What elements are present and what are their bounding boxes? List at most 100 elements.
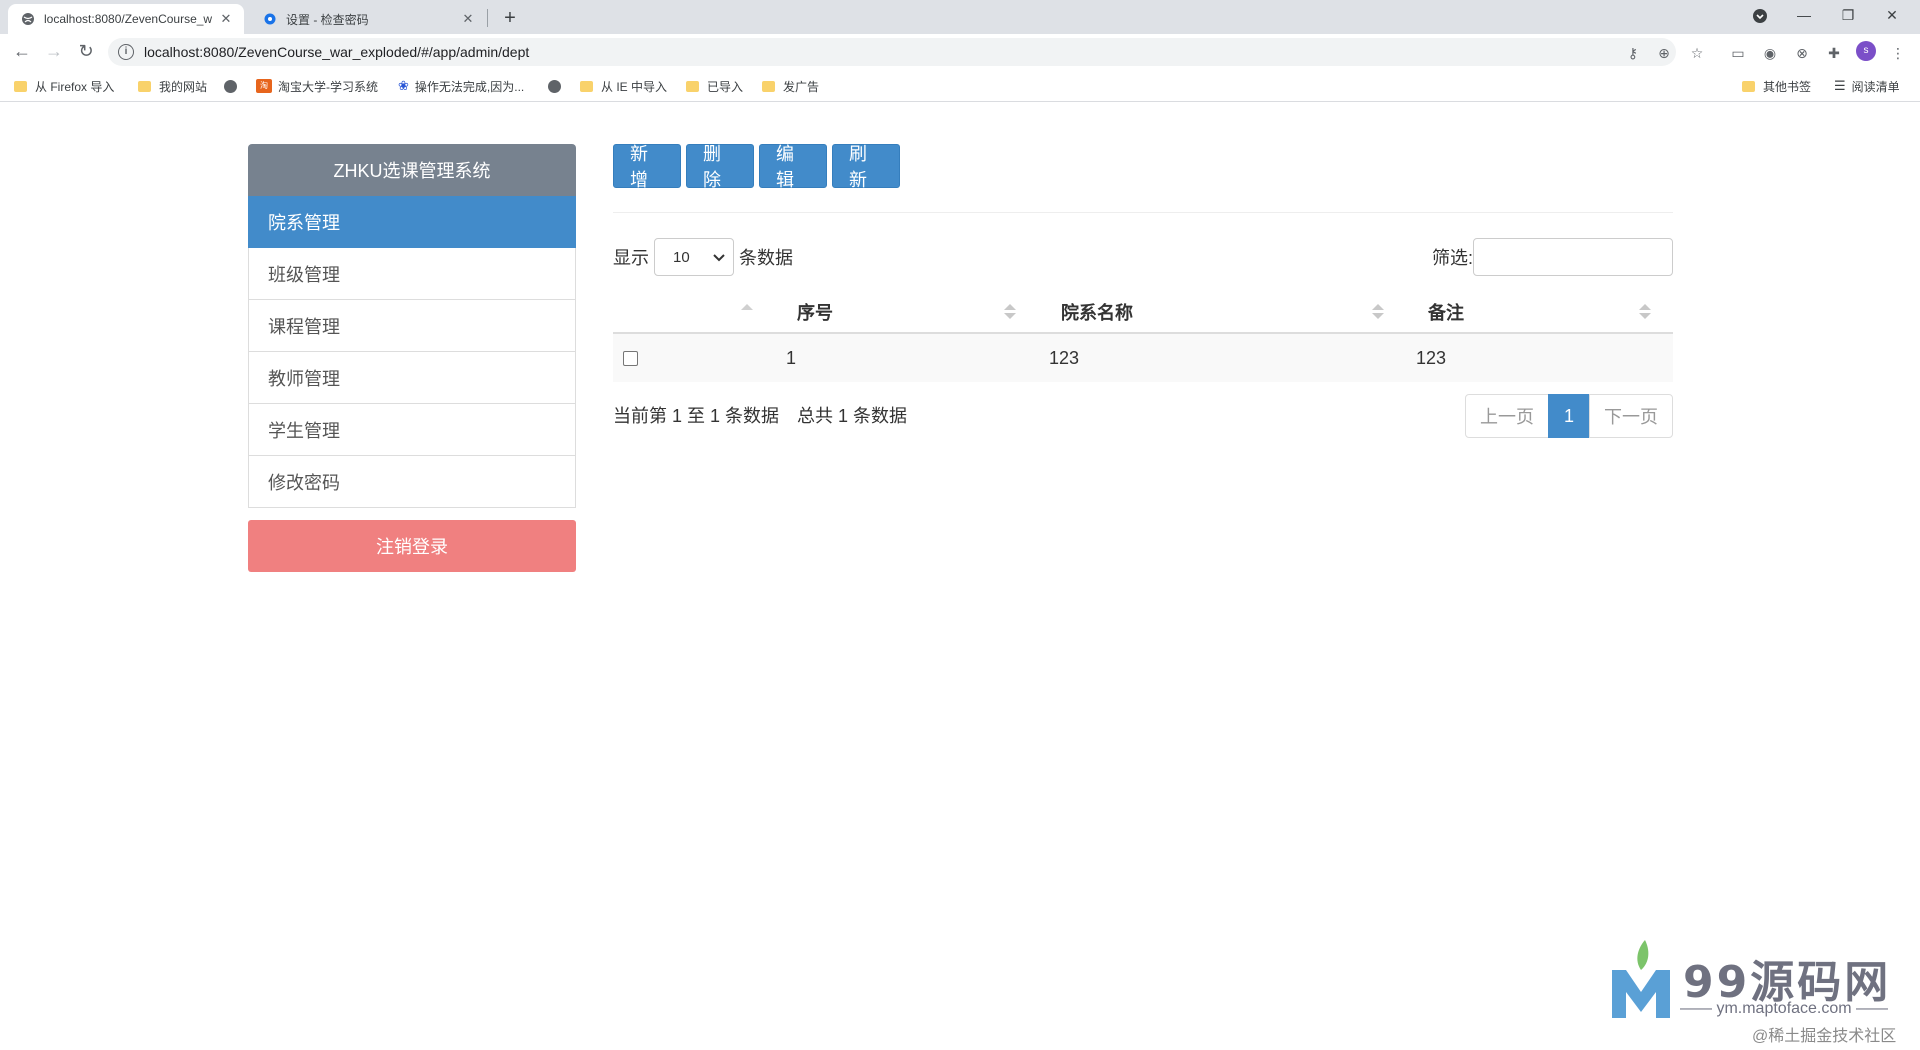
delete-button[interactable]: 删除 bbox=[686, 144, 754, 190]
filter-control: 筛选: bbox=[1432, 238, 1673, 276]
minimize-button[interactable]: — bbox=[1782, 0, 1826, 34]
next-page-button[interactable]: 下一页 bbox=[1589, 394, 1673, 438]
sidebar-item-class[interactable]: 班级管理 bbox=[248, 248, 576, 300]
bookmark-item[interactable]: ❀ 操作无法完成,因为... bbox=[398, 77, 524, 95]
row-checkbox-cell bbox=[623, 334, 638, 382]
divider bbox=[613, 212, 1673, 213]
extension-screen-icon[interactable]: ▭ bbox=[1728, 43, 1748, 63]
cell-name: 123 bbox=[1049, 347, 1080, 368]
info-icon[interactable]: i bbox=[118, 44, 134, 60]
tab-search-icon[interactable] bbox=[1738, 0, 1782, 34]
globe-icon bbox=[20, 11, 36, 27]
folder-icon bbox=[14, 80, 27, 92]
menu-dots-icon[interactable]: ⋮ bbox=[1888, 43, 1908, 63]
close-icon[interactable]: ✕ bbox=[460, 11, 476, 27]
new-tab-button[interactable]: + bbox=[497, 6, 523, 32]
page-button-current[interactable]: 1 bbox=[1548, 394, 1590, 438]
camera-icon[interactable]: ◉ bbox=[1760, 43, 1780, 63]
browser-tab-title: localhost:8080/ZevenCourse_w bbox=[44, 12, 213, 26]
bookmark-other[interactable]: 其他书签 bbox=[1742, 77, 1811, 95]
sort-icon[interactable] bbox=[1372, 302, 1384, 322]
filter-input[interactable] bbox=[1473, 238, 1673, 276]
row-checkbox[interactable] bbox=[623, 350, 638, 366]
site-favicon-icon: 淘 bbox=[256, 79, 272, 93]
folder-icon bbox=[580, 80, 593, 92]
zoom-icon[interactable]: ⊕ bbox=[1655, 44, 1673, 62]
address-bar[interactable]: i localhost:8080/ZevenCourse_war_explode… bbox=[108, 38, 1676, 66]
bookmark-item[interactable] bbox=[548, 77, 569, 95]
close-window-button[interactable]: ✕ bbox=[1870, 0, 1914, 34]
restore-button[interactable]: ❐ bbox=[1826, 0, 1870, 34]
address-url[interactable]: localhost:8080/ZevenCourse_war_exploded/… bbox=[144, 44, 529, 60]
folder-icon bbox=[138, 80, 151, 92]
profile-avatar[interactable]: s bbox=[1856, 41, 1876, 61]
globe-icon bbox=[548, 79, 561, 93]
extension-sb-icon[interactable]: ⊗ bbox=[1792, 43, 1812, 63]
dept-table: 序号 院系名称 备注 1 123 123 bbox=[613, 292, 1673, 382]
bookmark-item[interactable]: 淘淘宝大学-学习系统 bbox=[256, 77, 378, 95]
sidebar: ZHKU选课管理系统 院系管理 班级管理 课程管理 教师管理 学生管理 修改密码… bbox=[248, 144, 576, 572]
browser-toolbar: ← → ↻ i localhost:8080/ZevenCourse_war_e… bbox=[0, 34, 1920, 70]
gear-icon bbox=[262, 11, 278, 27]
close-icon[interactable]: ✕ bbox=[218, 11, 234, 27]
reload-icon[interactable]: ↻ bbox=[74, 40, 98, 64]
watermark-credit: @稀土掘金技术社区 bbox=[1752, 1028, 1897, 1045]
page-size-select[interactable]: 10 bbox=[654, 238, 734, 276]
pagination: 上一页 1 下一页 bbox=[1465, 394, 1673, 438]
browser-tab-active[interactable]: localhost:8080/ZevenCourse_w ✕ bbox=[8, 4, 244, 34]
tab-separator bbox=[487, 9, 488, 27]
sidebar-item-teacher[interactable]: 教师管理 bbox=[248, 352, 576, 404]
page-size-value: 10 bbox=[673, 248, 690, 266]
column-header-remark[interactable]: 备注 bbox=[1428, 292, 1464, 332]
bookmark-item[interactable]: 我的网站 bbox=[138, 77, 207, 95]
folder-icon bbox=[1742, 80, 1755, 92]
bookmark-item[interactable]: 从 IE 中导入 bbox=[580, 77, 667, 95]
folder-icon bbox=[686, 80, 699, 92]
browser-tab-settings[interactable]: 设置 - 检查密码 ✕ bbox=[250, 4, 486, 34]
cell-index: 1 bbox=[786, 347, 797, 368]
back-arrow-icon[interactable]: ← bbox=[10, 40, 34, 64]
forward-arrow-icon[interactable]: → bbox=[42, 40, 66, 64]
table-info: 当前第 1 至 1 条数据 总共 1 条数据 bbox=[613, 406, 908, 426]
rows-label: 条数据 bbox=[739, 248, 793, 268]
action-toolbar: 新增 删除 编辑 刷新 bbox=[613, 144, 1673, 190]
paw-icon: ❀ bbox=[398, 78, 409, 93]
sidebar-item-student[interactable]: 学生管理 bbox=[248, 404, 576, 456]
refresh-button[interactable]: 刷新 bbox=[832, 144, 900, 190]
key-icon[interactable]: ⚷ bbox=[1624, 44, 1642, 62]
puzzle-icon[interactable]: ✚ bbox=[1824, 43, 1844, 63]
show-label: 显示 bbox=[613, 248, 649, 268]
sidebar-item-password[interactable]: 修改密码 bbox=[248, 456, 576, 508]
edit-button[interactable]: 编辑 bbox=[759, 144, 827, 190]
chevron-down-icon bbox=[713, 249, 725, 266]
sort-icon[interactable] bbox=[1004, 302, 1016, 322]
bookmark-item[interactable] bbox=[224, 77, 245, 95]
main-content: 新增 删除 编辑 刷新 显示 10 条数据 筛选: 序号 院系名称 备注 1 1… bbox=[613, 144, 1673, 438]
column-header-name[interactable]: 院系名称 bbox=[1061, 292, 1133, 332]
column-header-index[interactable]: 序号 bbox=[797, 292, 833, 332]
bookmark-item[interactable]: 发广告 bbox=[762, 77, 819, 95]
table-row[interactable]: 1 123 123 bbox=[613, 334, 1673, 382]
prev-page-button[interactable]: 上一页 bbox=[1465, 394, 1549, 438]
sidebar-item-course[interactable]: 课程管理 bbox=[248, 300, 576, 352]
sort-icon[interactable] bbox=[1639, 302, 1651, 322]
browser-tab-title: 设置 - 检查密码 bbox=[286, 12, 369, 27]
page-length-control: 显示 10 条数据 bbox=[613, 238, 793, 276]
sidebar-item-dept[interactable]: 院系管理 bbox=[248, 196, 576, 248]
watermark-url: —— ym.maptoface.com —— bbox=[1680, 1000, 1889, 1017]
logout-button[interactable]: 注销登录 bbox=[248, 520, 576, 572]
add-button[interactable]: 新增 bbox=[613, 144, 681, 190]
globe-icon bbox=[224, 79, 237, 93]
bookmark-reading-list[interactable]: ☰ 阅读清单 bbox=[1834, 77, 1900, 95]
app-title: ZHKU选课管理系统 bbox=[248, 144, 576, 196]
sort-asc-icon[interactable] bbox=[741, 302, 753, 322]
bookmark-item[interactable]: 已导入 bbox=[686, 77, 743, 95]
cell-remark: 123 bbox=[1416, 347, 1447, 368]
select-column-header[interactable] bbox=[613, 292, 753, 332]
browser-tabstrip: localhost:8080/ZevenCourse_w ✕ 设置 - 检查密码… bbox=[0, 0, 1920, 34]
reading-list-icon: ☰ bbox=[1834, 78, 1846, 93]
table-header: 序号 院系名称 备注 bbox=[613, 292, 1673, 334]
bookmark-item[interactable]: 从 Firefox 导入 bbox=[14, 77, 114, 95]
filter-label: 筛选: bbox=[1431, 248, 1473, 268]
star-icon[interactable]: ☆ bbox=[1688, 44, 1706, 62]
